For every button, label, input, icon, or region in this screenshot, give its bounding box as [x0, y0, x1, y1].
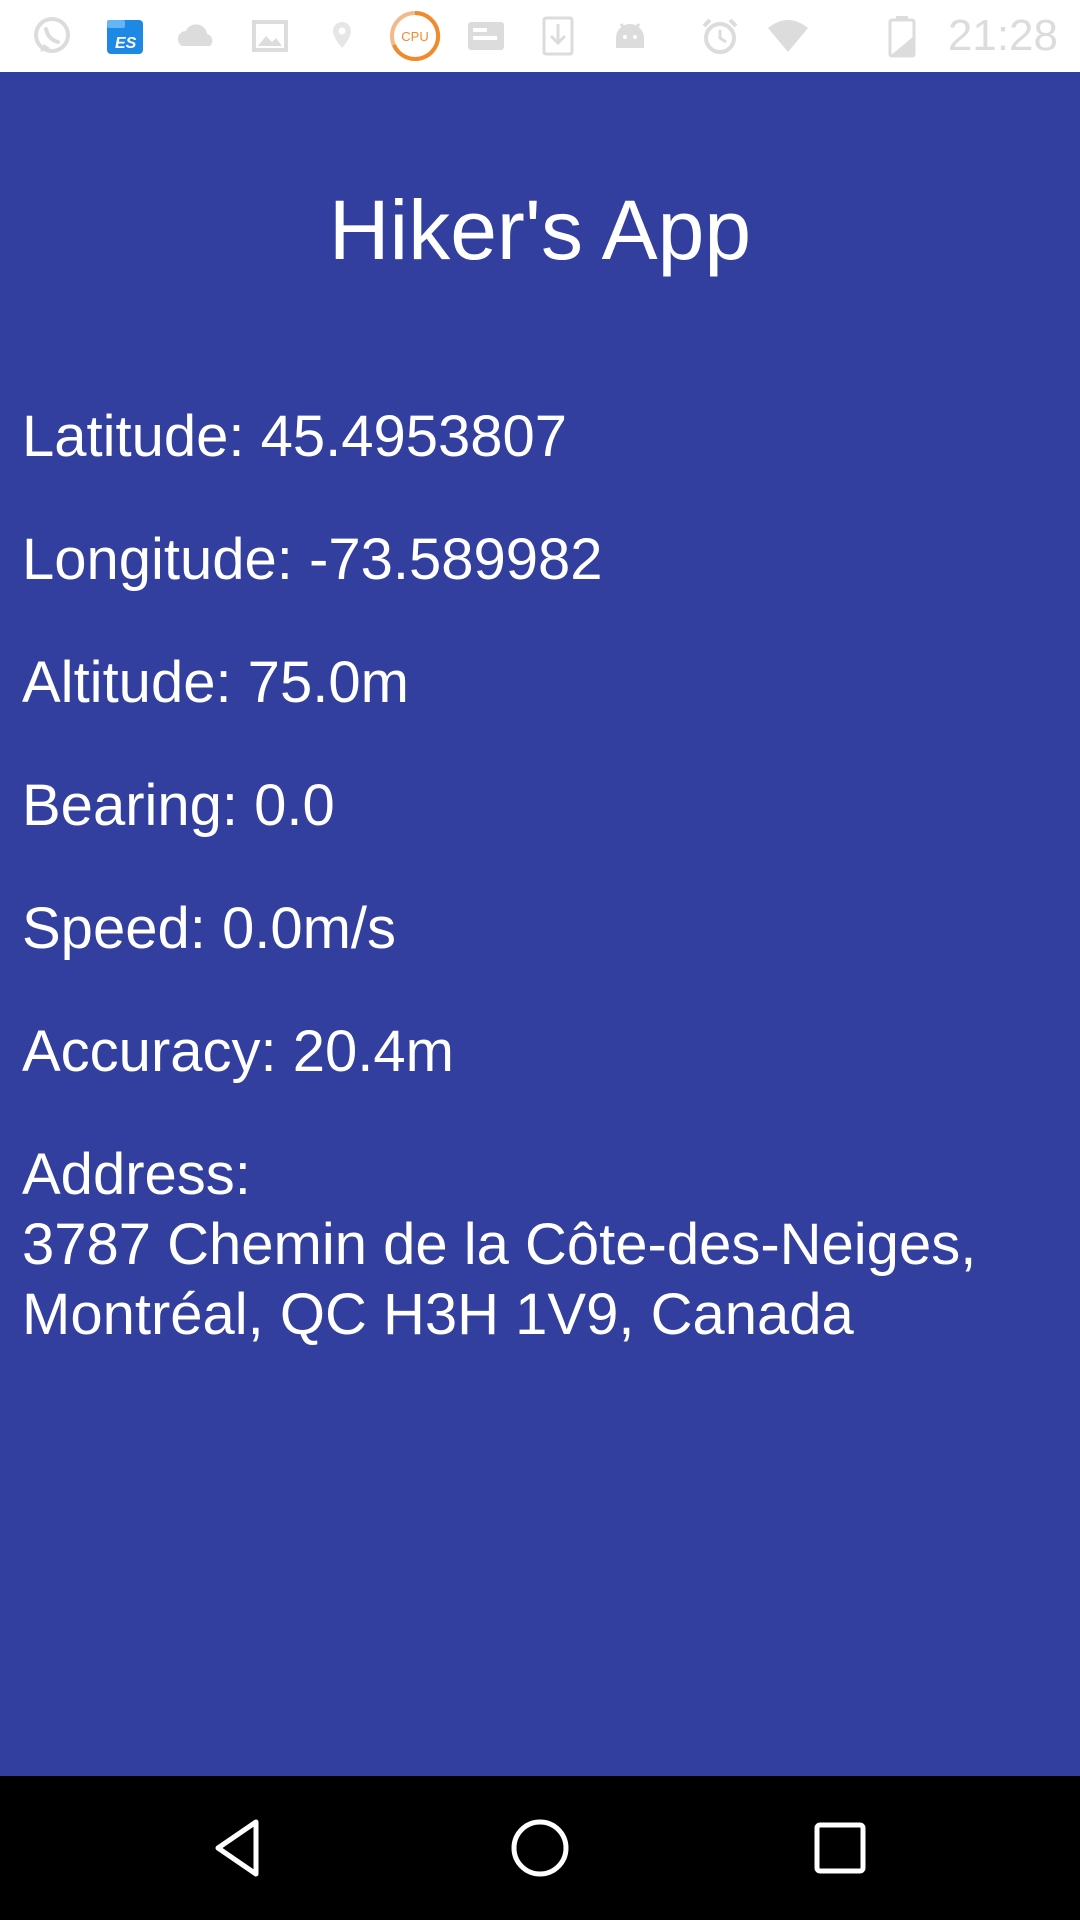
address-line-1: 3787 Chemin de la Côte-des-Neiges,	[22, 1212, 977, 1277]
image-icon	[248, 14, 292, 58]
wifi-icon	[766, 14, 810, 58]
speed-text: Speed: 0.0m/s	[22, 896, 396, 961]
android-icon	[608, 14, 652, 58]
navigation-bar	[0, 1776, 1080, 1920]
longitude-text: Longitude: -73.589982	[22, 527, 603, 592]
back-icon	[215, 1819, 259, 1877]
address-label: Address:	[22, 1142, 251, 1207]
alarm-icon	[698, 14, 742, 58]
app-content: Hiker's App Latitude: 45.4953807 Longitu…	[0, 72, 1080, 1776]
status-time: 21:28	[947, 11, 1058, 60]
location-icon	[320, 14, 364, 58]
app-title: Hiker's App	[328, 183, 752, 277]
status-bar: ES CPU 21:28	[0, 0, 1080, 72]
address-block: Address: 3787 Chemin de la Côte-des-Neig…	[22, 1140, 976, 1350]
recents-icon	[814, 1822, 866, 1874]
cloud-icon	[174, 14, 218, 58]
accuracy-text: Accuracy: 20.4m	[22, 1019, 454, 1084]
bearing-text: Bearing: 0.0	[22, 773, 335, 838]
address-line-2: Montréal, QC H3H 1V9, Canada	[22, 1282, 854, 1347]
battery-icon	[880, 14, 924, 58]
whatsapp-icon	[30, 14, 74, 58]
svg-text:ES: ES	[115, 35, 137, 52]
recents-button[interactable]	[804, 1812, 876, 1884]
download-icon	[536, 14, 580, 58]
message-icon	[464, 14, 508, 58]
home-icon	[511, 1819, 569, 1877]
es-file-explorer-icon: ES	[103, 14, 147, 58]
cpu-monitor-icon: CPU	[388, 9, 442, 63]
latitude-text: Latitude: 45.4953807	[22, 404, 568, 469]
home-button[interactable]	[504, 1812, 576, 1884]
cpu-label: CPU	[401, 29, 428, 44]
altitude-text: Altitude: 75.0m	[22, 650, 409, 715]
back-button[interactable]	[204, 1812, 276, 1884]
